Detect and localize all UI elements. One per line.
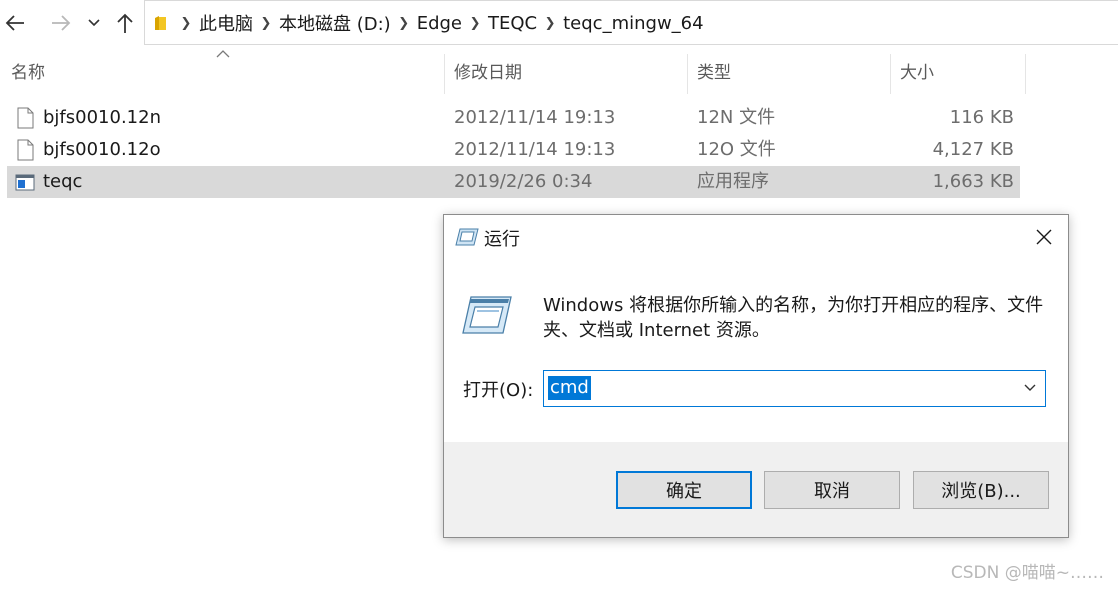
file-row[interactable]: bjfs0010.12o 2012/11/14 19:13 12O 文件 4,1… (7, 134, 1020, 166)
column-date[interactable]: 修改日期 (443, 48, 687, 94)
column-type[interactable]: 类型 (686, 48, 890, 94)
application-icon (15, 174, 35, 191)
file-type: 12O 文件 (697, 139, 776, 160)
chevron-right-icon[interactable]: ❯ (173, 16, 199, 31)
run-dialog: 运行 Windows 将根据你所输入的名称，为你打开相应的程序、文件夹、文档或 … (443, 214, 1069, 538)
breadcrumb: ❯ 此电脑 ❯ 本地磁盘 (D:) ❯ Edge ❯ TEQC ❯ teqc_m… (153, 1, 704, 45)
file-type: 应用程序 (697, 171, 769, 192)
file-size: 1,663 KB (932, 171, 1014, 192)
file-name: bjfs0010.12n (43, 107, 161, 128)
chevron-down-icon[interactable] (1023, 381, 1037, 395)
file-name: teqc (43, 171, 83, 192)
file-icon (17, 107, 34, 129)
watermark: CSDN @喵喵~…… (950, 563, 1104, 583)
breadcrumb-local-disk[interactable]: 本地磁盘 (D:) (279, 10, 391, 36)
file-list: bjfs0010.12n 2012/11/14 19:13 12N 文件 116… (7, 102, 1020, 198)
file-name: bjfs0010.12o (43, 139, 161, 160)
navigation-bar: ❯ 此电脑 ❯ 本地磁盘 (D:) ❯ Edge ❯ TEQC ❯ teqc_m… (0, 0, 1118, 46)
chevron-right-icon[interactable]: ❯ (462, 16, 488, 31)
file-type: 12N 文件 (697, 107, 776, 128)
file-date: 2019/2/26 0:34 (454, 171, 593, 192)
breadcrumb-edge[interactable]: Edge (417, 13, 462, 34)
chevron-right-icon[interactable]: ❯ (391, 16, 417, 31)
dialog-description: Windows 将根据你所输入的名称，为你打开相应的程序、文件夹、文档或 Int… (543, 295, 1044, 341)
file-date: 2012/11/14 19:13 (454, 107, 616, 128)
arrow-right-icon (52, 15, 71, 31)
dialog-title: 运行 (484, 229, 520, 250)
address-bar[interactable]: ❯ 此电脑 ❯ 本地磁盘 (D:) ❯ Edge ❯ TEQC ❯ teqc_m… (144, 0, 1118, 45)
column-size[interactable]: 大小 (889, 48, 1025, 94)
breadcrumb-teqc[interactable]: TEQC (488, 13, 537, 34)
folder-icon (155, 16, 166, 30)
browse-button[interactable]: 浏览(B)... (913, 471, 1049, 509)
dialog-title-bar[interactable]: 运行 (444, 215, 1068, 259)
cancel-button[interactable]: 取消 (764, 471, 900, 509)
file-icon (17, 139, 34, 161)
arrow-left-icon (5, 15, 24, 31)
open-input[interactable]: cmd (548, 376, 591, 400)
forward-button[interactable] (48, 10, 74, 36)
open-label: 打开(O): (463, 380, 534, 401)
file-row-selected[interactable]: teqc 2019/2/26 0:34 应用程序 1,663 KB (7, 166, 1020, 198)
close-button[interactable] (1032, 225, 1056, 249)
run-program-icon (462, 296, 512, 334)
chevron-right-icon[interactable]: ❯ (537, 16, 563, 31)
back-button[interactable] (2, 10, 28, 36)
chevron-right-icon[interactable]: ❯ (253, 16, 279, 31)
ok-button[interactable]: 确定 (616, 471, 752, 509)
file-size: 116 KB (949, 107, 1014, 128)
close-icon (1036, 229, 1052, 245)
column-name[interactable]: 名称 (0, 48, 444, 94)
column-divider[interactable] (1025, 54, 1026, 94)
file-date: 2012/11/14 19:13 (454, 139, 616, 160)
column-headers: 名称 修改日期 类型 大小 (0, 48, 1118, 94)
breadcrumb-this-pc[interactable]: 此电脑 (199, 10, 253, 36)
arrow-up-icon (117, 13, 133, 33)
up-button[interactable] (113, 10, 137, 36)
file-row[interactable]: bjfs0010.12n 2012/11/14 19:13 12N 文件 116… (7, 102, 1020, 134)
recent-locations-button[interactable] (86, 10, 102, 36)
chevron-down-icon (88, 19, 100, 27)
run-icon (455, 228, 479, 246)
open-combobox[interactable]: cmd (543, 370, 1046, 407)
file-size: 4,127 KB (932, 139, 1014, 160)
breadcrumb-teqc-mingw[interactable]: teqc_mingw_64 (563, 13, 703, 34)
